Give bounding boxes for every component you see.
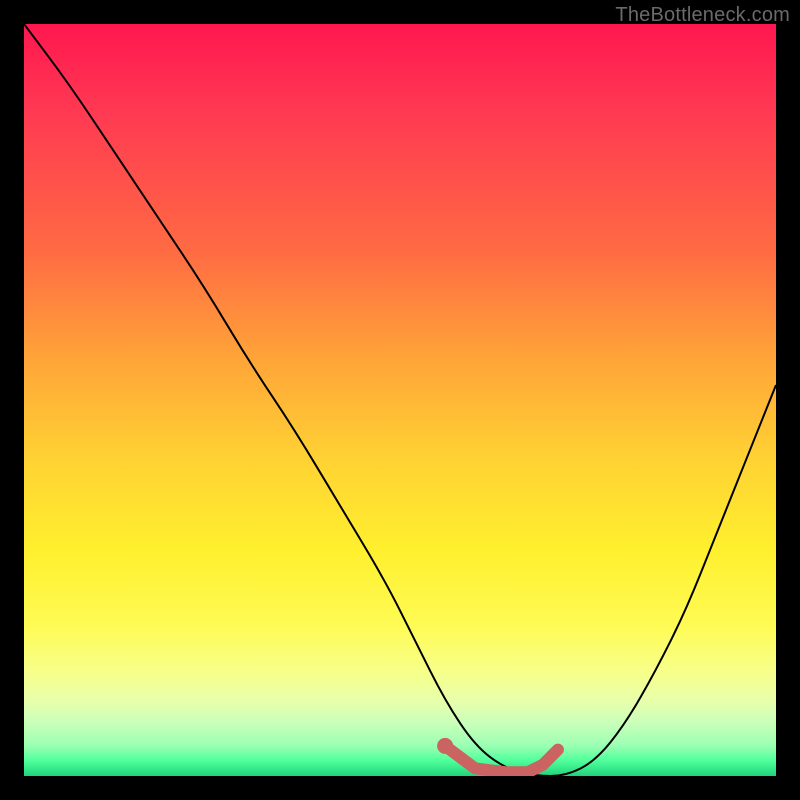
valley-highlight xyxy=(445,746,558,772)
valley-highlight-dot xyxy=(437,738,453,754)
chart-stage: TheBottleneck.com xyxy=(0,0,800,800)
bottleneck-curve xyxy=(24,24,776,776)
plot-area xyxy=(24,24,776,776)
chart-svg xyxy=(24,24,776,776)
